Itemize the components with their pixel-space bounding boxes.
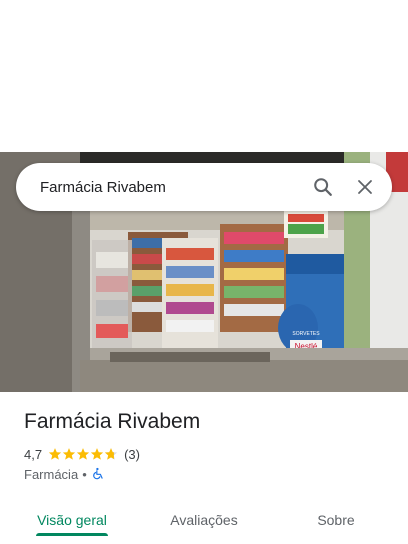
place-category: Farmácia <box>24 466 79 482</box>
close-button[interactable] <box>344 166 386 208</box>
star-half-icon <box>104 448 118 460</box>
review-count[interactable]: (3) <box>124 447 140 462</box>
place-title: Farmácia Rivabem <box>24 410 201 433</box>
map-blank-area <box>0 0 408 152</box>
separator-dot: • <box>82 466 87 482</box>
search-bar[interactable]: Farmácia Rivabem <box>16 163 392 211</box>
freezer-label-text: SORVETES <box>292 331 320 337</box>
tab-about-label: Sobre <box>317 512 355 528</box>
tab-reviews[interactable]: Avaliações <box>144 496 264 544</box>
rating-row[interactable]: 4,7 (3) <box>24 445 140 463</box>
place-info-panel: Farmácia Rivabem 4,7 (3) Farmácia • Visã… <box>0 392 408 544</box>
tab-bar: Visão geral Avaliações Sobre <box>0 496 408 544</box>
active-tab-indicator <box>36 533 108 536</box>
search-button[interactable] <box>302 166 344 208</box>
tab-about[interactable]: Sobre <box>264 496 408 544</box>
search-icon <box>314 178 332 196</box>
star-icon <box>90 448 104 460</box>
category-row: Farmácia • <box>24 465 105 483</box>
tab-overview-label: Visão geral <box>37 512 107 528</box>
star-icon <box>76 448 90 460</box>
star-icon <box>48 448 62 460</box>
close-icon <box>358 180 372 194</box>
tab-reviews-label: Avaliações <box>170 512 238 528</box>
star-icon <box>62 448 76 460</box>
tab-overview[interactable]: Visão geral <box>0 496 144 544</box>
rating-value: 4,7 <box>24 446 43 462</box>
search-input[interactable]: Farmácia Rivabem <box>16 179 302 196</box>
wheelchair-accessible-icon <box>92 467 103 480</box>
rating-stars <box>48 447 118 461</box>
